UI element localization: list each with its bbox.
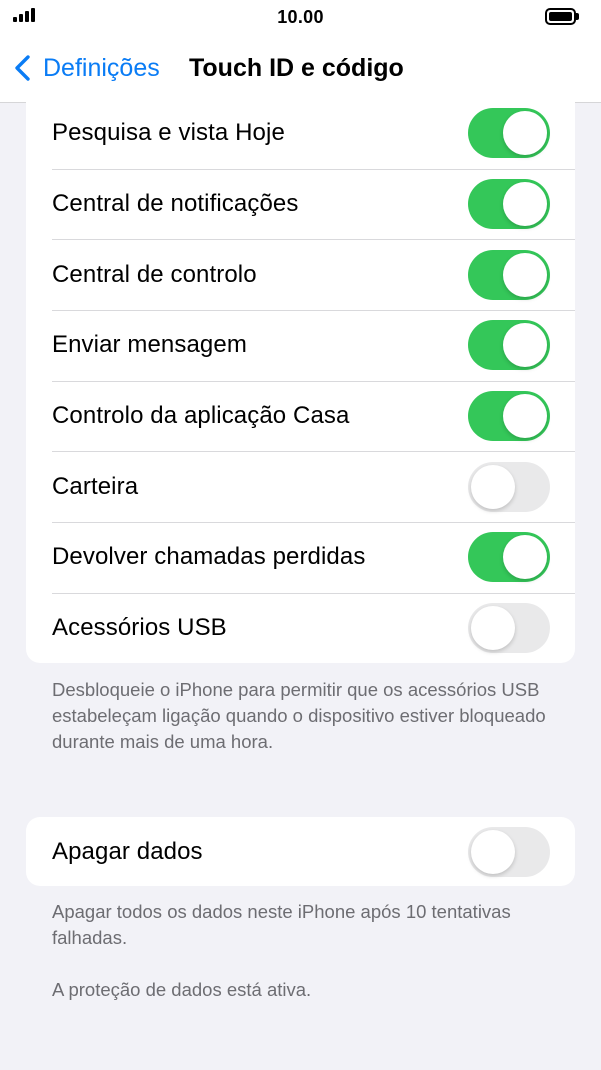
usb-accessories-footnote: Desbloqueie o iPhone para permitir que o… <box>52 679 546 752</box>
toggle-knob <box>471 606 515 651</box>
row-label: Apagar dados <box>52 837 203 865</box>
settings-group-erase-data: Apagar dados <box>26 817 575 886</box>
data-protection-status: A proteção de dados está ativa. <box>52 979 312 1000</box>
row-label: Central de controlo <box>52 260 257 288</box>
row-label: Pesquisa e vista Hoje <box>52 119 285 147</box>
toggle-knob <box>503 394 547 439</box>
row-label: Acessórios USB <box>52 614 227 642</box>
toggle-switch[interactable] <box>468 108 550 159</box>
toggle-switch[interactable] <box>468 826 550 877</box>
toggle-knob <box>471 464 515 509</box>
row-label: Devolver chamadas perdidas <box>52 543 366 571</box>
toggle-knob <box>471 829 515 874</box>
toggle-switch[interactable] <box>468 391 550 442</box>
back-button-label: Definições <box>43 53 160 82</box>
toggle-switch[interactable] <box>468 461 550 512</box>
toggle-knob <box>503 535 547 580</box>
erase-data-footnote: Apagar todos os dados neste iPhone após … <box>52 901 511 948</box>
toggle-knob <box>503 182 547 227</box>
page-title: Touch ID e código <box>189 54 404 82</box>
toggle-switch[interactable] <box>468 249 550 300</box>
toggle-knob <box>503 323 547 368</box>
toggle-switch[interactable] <box>468 320 550 371</box>
settings-row: Central de controlo <box>26 239 575 310</box>
settings-row: Central de notificações <box>26 168 575 240</box>
settings-row: Devolver chamadas perdidas <box>26 522 575 593</box>
row-label: Carteira <box>52 472 139 500</box>
settings-row: Pesquisa e vista Hoje <box>26 98 575 169</box>
settings-row: Controlo da aplicação Casa <box>26 380 575 452</box>
battery-icon <box>545 8 579 25</box>
row-label: Enviar mensagem <box>52 331 247 359</box>
chevron-left-icon <box>15 55 30 81</box>
toggle-switch[interactable] <box>468 179 550 230</box>
toggle-switch[interactable] <box>468 603 550 654</box>
toggle-switch[interactable] <box>468 532 550 583</box>
row-label: Central de notificações <box>52 190 299 218</box>
status-time: 10.00 <box>277 7 324 27</box>
settings-row: Acessórios USB <box>26 592 575 664</box>
settings-row: Enviar mensagem <box>26 310 575 381</box>
back-button[interactable]: Definições <box>12 52 160 84</box>
toggle-knob <box>503 111 547 156</box>
settings-row: Carteira <box>26 451 575 522</box>
status-bar: 10.00 <box>0 0 601 34</box>
navigation-bar: Definições Touch ID e código <box>0 34 601 103</box>
toggle-knob <box>503 252 547 297</box>
settings-group-locked-access: Pesquisa e vista Hoje Central de notific… <box>26 98 575 663</box>
settings-row: Apagar dados <box>26 817 575 886</box>
row-label: Controlo da aplicação Casa <box>52 402 350 430</box>
